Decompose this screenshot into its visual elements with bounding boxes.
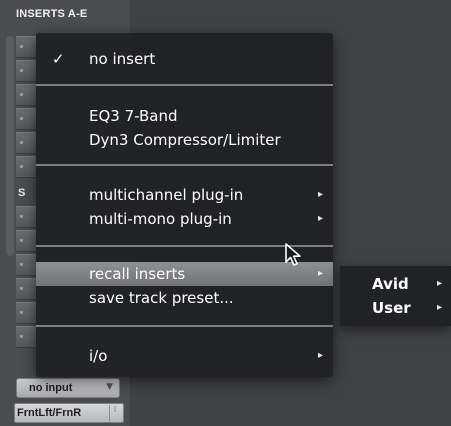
menu-item-label: no insert	[89, 50, 156, 68]
menu-separator	[36, 164, 333, 166]
send-slot-d[interactable]	[16, 278, 36, 300]
submenu-item-avid[interactable]: Avid ▸	[340, 272, 451, 296]
menu-item-dyn3[interactable]: Dyn3 Compressor/Limiter	[36, 128, 333, 152]
menu-item-label: save track preset...	[89, 289, 234, 307]
menu-separator	[36, 84, 333, 86]
send-slot-e[interactable]	[16, 302, 36, 324]
menu-item-label: Dyn3 Compressor/Limiter	[89, 131, 281, 149]
input-selector-button[interactable]: no input ▼	[16, 378, 120, 398]
submenu-arrow-icon: ▸	[317, 213, 323, 224]
menu-item-io[interactable]: i/o ▸	[36, 344, 333, 368]
menu-item-multichannel[interactable]: multichannel plug-in ▸	[36, 183, 333, 207]
menu-item-multi-mono[interactable]: multi-mono plug-in ▸	[36, 207, 333, 231]
send-slot-b[interactable]	[16, 230, 36, 252]
output-selector-label: FrntLft/FrnR	[17, 407, 82, 419]
menu-item-label: i/o	[89, 347, 108, 365]
submenu-arrow-icon: ▸	[317, 268, 323, 279]
grip-icon: ⁞	[109, 405, 120, 421]
menu-item-label: multichannel plug-in	[89, 186, 244, 204]
insert-slot-a[interactable]	[16, 36, 36, 58]
send-slot-f[interactable]	[16, 326, 36, 348]
submenu-arrow-icon: ▸	[436, 302, 442, 313]
insert-slot-d[interactable]	[16, 108, 36, 130]
insert-slot-f[interactable]	[16, 156, 36, 178]
insert-slot-b[interactable]	[16, 60, 36, 82]
menu-item-label: recall inserts	[89, 265, 186, 283]
insert-popup-menu: ✓ no insert EQ3 7-Band Dyn3 Compressor/L…	[36, 33, 333, 377]
menu-item-save-track-preset[interactable]: save track preset...	[36, 286, 333, 310]
menu-separator	[36, 325, 333, 327]
insert-slot-c[interactable]	[16, 84, 36, 106]
submenu-item-user[interactable]: User ▸	[340, 296, 451, 320]
submenu-arrow-icon: ▸	[317, 189, 323, 200]
input-selector-label: no input	[29, 382, 73, 394]
menu-item-no-insert[interactable]: ✓ no insert	[36, 47, 333, 71]
checkmark-icon: ✓	[52, 50, 65, 68]
inserts-header: INSERTS A-E	[16, 8, 88, 20]
send-slot-a[interactable]	[16, 206, 36, 228]
submenu-arrow-icon: ▸	[436, 278, 442, 289]
insert-slot-e[interactable]	[16, 132, 36, 154]
submenu-arrow-icon: ▸	[317, 350, 323, 361]
strip-side-rail	[6, 36, 14, 256]
menu-item-label: multi-mono plug-in	[89, 210, 232, 228]
recall-inserts-submenu: Avid ▸ User ▸	[340, 266, 451, 326]
submenu-item-label: User	[372, 299, 411, 317]
triangle-down-icon: ▼	[106, 382, 113, 392]
submenu-item-label: Avid	[372, 275, 409, 293]
output-selector-button[interactable]: FrntLft/FrnR ⁞	[14, 403, 124, 423]
menu-item-label: EQ3 7-Band	[89, 107, 178, 125]
send-slot-c[interactable]	[16, 254, 36, 276]
mouse-pointer-icon	[285, 243, 301, 266]
sends-header: S	[18, 187, 26, 199]
menu-item-eq3[interactable]: EQ3 7-Band	[36, 104, 333, 128]
